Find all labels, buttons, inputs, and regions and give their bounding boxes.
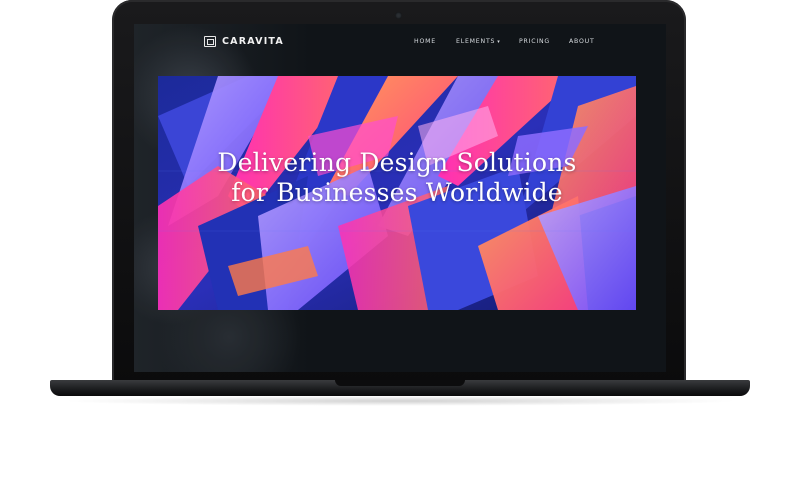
laptop-base-notch [335,380,465,386]
hero-title-line1: Delivering Design Solutions [217,148,577,177]
caravita-logo-icon [204,36,216,47]
navbar: CARAVITA HOME ELEMENTS ▾ PRICING ABOUT [134,24,666,62]
hero-title-line2: for Businesses Worldwide [231,178,563,207]
brand-name: CARAVITA [222,36,284,47]
nav-elements[interactable]: ELEMENTS ▾ [456,38,501,45]
brand[interactable]: CARAVITA [204,36,284,47]
hero-banner: Delivering Design Solutions for Business… [158,76,636,310]
chevron-down-icon: ▾ [497,39,501,45]
laptop-shadow [60,396,740,406]
nav-home[interactable]: HOME [414,38,436,45]
laptop-mockup: CARAVITA HOME ELEMENTS ▾ PRICING ABOUT D… [0,0,800,483]
screen: CARAVITA HOME ELEMENTS ▾ PRICING ABOUT D… [134,24,666,372]
nav-pricing[interactable]: PRICING [519,38,550,45]
webcam [395,12,402,19]
nav-about[interactable]: ABOUT [569,38,595,45]
hero-title: Delivering Design Solutions for Business… [158,148,636,208]
nav-elements-label: ELEMENTS [456,38,496,45]
